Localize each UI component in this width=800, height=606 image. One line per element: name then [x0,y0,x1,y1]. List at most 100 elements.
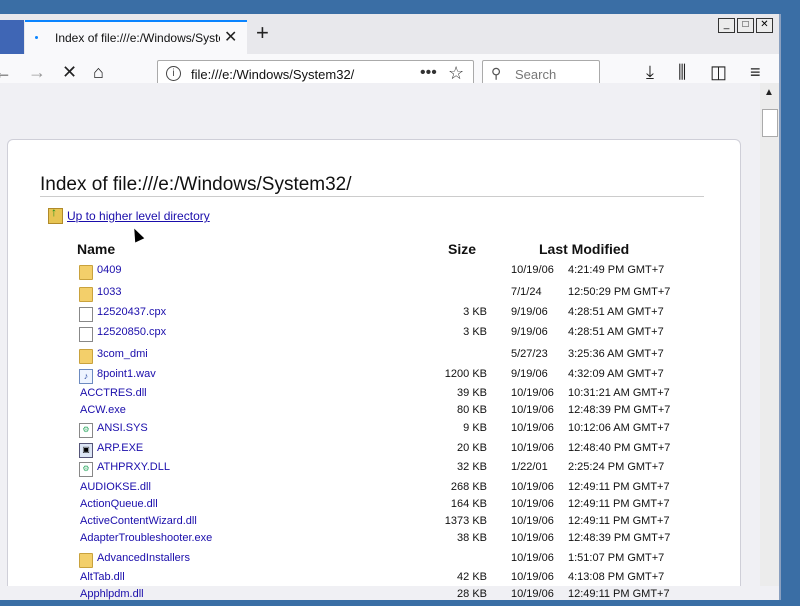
file-name-link[interactable]: 8point1.wav [97,368,156,380]
file-date: 10/19/06 [511,264,554,276]
file-row[interactable]: ACW.exe 80 KB 10/19/06 12:48:39 PM GMT+7 [0,404,760,422]
file-size: 164 KB [450,498,487,510]
stop-icon[interactable]: ✕ [62,62,77,83]
tab-close-icon[interactable]: ✕ [224,27,237,47]
file-time: 4:28:51 AM GMT+7 [568,306,664,318]
scroll-up-icon[interactable]: ▲ [764,87,774,98]
file-row[interactable]: AUDIOKSE.dll 268 KB 10/19/06 12:49:11 PM GM… [0,481,760,499]
file-row[interactable]: 1033 7/1/24 12:50:29 PM GMT+7 [0,286,760,304]
menu-icon[interactable]: ≡ [750,62,761,83]
file-name-link[interactable]: ARP.EXE [97,442,143,454]
file-row[interactable]: ACCTRES.dll 39 KB 10/19/06 10:31:21 AM GMT+… [0,387,760,405]
file-row[interactable]: 12520850.cpx 3 KB 9/19/06 4:28:51 AM GMT+7 [0,326,760,344]
file-date: 9/19/06 [511,368,548,380]
file-date: 9/19/06 [511,326,548,338]
file-time: 3:25:36 AM GMT+7 [568,348,664,360]
file-row[interactable]: ActionQueue.dll 164 KB 10/19/06 12:49:11 PM… [0,498,760,516]
library-icon[interactable]: ⫼ [678,62,686,83]
close-window-button[interactable]: ✕ [756,18,773,33]
file-name-link[interactable]: ActiveContentWizard.dll [80,515,197,527]
file-time: 4:28:51 AM GMT+7 [568,326,664,338]
downloads-icon[interactable]: ⤓ [646,62,654,83]
file-name-link[interactable]: AdvancedInstallers [97,552,190,564]
vertical-scrollbar[interactable]: ▲ [760,83,779,586]
back-icon[interactable]: ← [0,62,12,83]
file-row[interactable]: 3com_dmi 5/27/23 3:25:36 AM GMT+7 [0,348,760,366]
file-name-link[interactable]: ACCTRES.dll [80,387,147,399]
file-row[interactable]: ⚙ ATHPRXY.DLL 32 KB 1/22/01 2:25:24 PM GMT+7 [0,461,760,479]
file-date: 10/19/06 [511,571,554,583]
file-date: 10/19/06 [511,588,554,600]
file-time: 12:49:11 PM GMT+7 [568,515,670,527]
file-time: 10:31:21 AM GMT+7 [568,387,670,399]
sidebar-icon[interactable]: ◫ [710,62,727,83]
file-name-link[interactable]: ACW.exe [80,404,126,416]
file-size: 1373 KB [444,515,487,527]
file-row[interactable]: ▣ ARP.EXE 20 KB 10/19/06 12:48:40 PM GMT+7 [0,442,760,460]
maximize-button[interactable]: □ [737,18,754,33]
file-row[interactable]: AltTab.dll 42 KB 10/19/06 4:13:08 PM GMT+7 [0,571,760,589]
search-placeholder: Search [515,67,557,82]
file-name-link[interactable]: 12520437.cpx [97,306,166,318]
file-time: 12:49:11 PM GMT+7 [568,498,670,510]
search-icon: ⚲ [491,65,502,81]
home-icon[interactable]: ⌂ [93,62,104,83]
file-name-link[interactable]: ANSI.SYS [97,422,148,434]
new-tab-button[interactable]: + [256,20,269,46]
file-date: 10/19/06 [511,422,554,434]
file-name-link[interactable]: AdapterTroubleshooter.exe [80,532,212,544]
url-text[interactable]: file:///e:/Windows/System32/ [191,67,354,82]
file-date: 10/19/06 [511,481,554,493]
file-name-link[interactable]: 12520850.cpx [97,326,166,338]
file-size: 3 KB [463,306,487,318]
file-date: 10/19/06 [511,532,554,544]
file-icon [79,307,93,322]
file-name-link[interactable]: 0409 [97,264,121,276]
scroll-thumb[interactable] [762,109,778,137]
file-row[interactable]: Apphlpdm.dll 28 KB 10/19/06 12:49:11 PM GMT… [0,588,760,606]
minimize-button[interactable]: _ [718,18,735,33]
file-row[interactable]: ActiveContentWizard.dll 1373 KB 10/19/06 12… [0,515,760,533]
column-header-size[interactable]: Size [448,241,476,257]
file-name-link[interactable]: Apphlpdm.dll [80,588,144,600]
file-size: 32 KB [457,461,487,473]
tab-active[interactable]: Index of file:///e:/Windows/System32/ ✕ [25,20,247,54]
file-name-link[interactable]: AltTab.dll [80,571,125,583]
column-header-name[interactable]: Name [77,241,115,257]
file-name-link[interactable]: 3com_dmi [97,348,148,360]
file-time: 12:50:29 PM GMT+7 [568,286,671,298]
file-date: 9/19/06 [511,306,548,318]
file-date: 10/19/06 [511,552,554,564]
file-row[interactable]: 12520437.cpx 3 KB 9/19/06 4:28:51 AM GMT+7 [0,306,760,324]
file-name-link[interactable]: AUDIOKSE.dll [80,481,151,493]
bookmark-star-icon[interactable]: ☆ [448,63,464,84]
file-row[interactable]: ⚙ ANSI.SYS 9 KB 10/19/06 10:12:06 AM GMT+7 [0,422,760,440]
file-size: 38 KB [457,532,487,544]
file-size: 9 KB [463,422,487,434]
file-row[interactable]: 0409 10/19/06 4:21:49 PM GMT+7 [0,264,760,282]
file-name-link[interactable]: 1033 [97,286,121,298]
file-time: 12:48:39 PM GMT+7 [568,404,671,416]
file-name-link[interactable]: ActionQueue.dll [80,498,158,510]
file-date: 1/22/01 [511,461,548,473]
folder-icon [79,287,93,302]
file-row[interactable]: AdapterTroubleshooter.exe 38 KB 10/19/06 12… [0,532,760,550]
file-size: 20 KB [457,442,487,454]
up-folder-icon [48,205,63,224]
file-date: 10/19/06 [511,515,554,527]
file-name-link[interactable]: ATHPRXY.DLL [97,461,170,473]
tab-loading-icon [35,36,38,39]
file-size: 39 KB [457,387,487,399]
file-size: 1200 KB [444,368,487,380]
file-row[interactable]: AdvancedInstallers 10/19/06 1:51:07 PM GMT… [0,552,760,570]
previous-tab-edge[interactable] [0,20,24,54]
file-time: 4:13:08 PM GMT+7 [568,571,665,583]
audio-file-icon: ♪ [79,369,93,384]
info-icon[interactable]: i [166,66,181,81]
page-actions-icon[interactable]: ••• [420,64,437,82]
forward-icon[interactable]: → [28,62,46,83]
file-row[interactable]: ♪ 8point1.wav 1200 KB 9/19/06 4:32:09 AM GMT… [0,368,760,386]
file-time: 12:49:11 PM GMT+7 [568,588,670,600]
column-header-modified[interactable]: Last Modified [539,241,629,257]
up-directory-link[interactable]: Up to higher level directory [67,209,210,223]
